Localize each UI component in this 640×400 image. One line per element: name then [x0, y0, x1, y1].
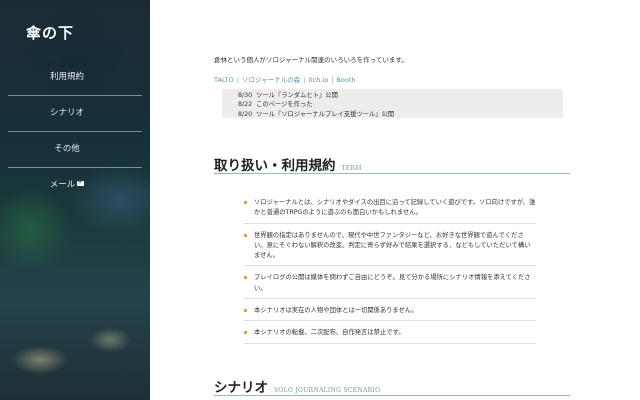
bullet-icon [244, 276, 247, 280]
terms-item-text: 世界観の指定はありませんので、現代や中世ファンタジーなど、お好きな世界観で遊んで… [254, 231, 531, 260]
scenario-subtitle: SOLO JOURNALING SCENARIO [274, 387, 381, 394]
nav-item-label: その他 [54, 144, 80, 154]
nav-item-scenario[interactable]: シナリオ [8, 96, 142, 132]
news-text: このページを作った [256, 101, 313, 109]
news-item: 8/20 ツール『ソロジャーナルプレイ支援ツール』公開 [238, 110, 563, 118]
bullet-icon [244, 309, 247, 313]
external-links: TALTO | ソロジャーナルの森 | itch.io | Booth [214, 74, 356, 84]
nav-item-label: シナリオ [49, 108, 84, 118]
link-separator: | [331, 76, 334, 84]
mail-icon [77, 181, 85, 186]
link-talto[interactable]: TALTO [214, 76, 234, 84]
news-item: 8/22 このページを作った [238, 100, 563, 109]
news-text: ツール『ランダムヒト』公開 [256, 92, 338, 99]
site-title[interactable]: 傘の下 [0, 22, 150, 43]
terms-list: ソロジャーナルとは、シナリオやダイスの出目に沿って記録していく遊びです。ソロ向け… [244, 196, 536, 349]
nav-item-terms[interactable]: 利用規約 [8, 60, 142, 96]
intro-text: 倉林という個人がソロジャーナル関連のいろいろを作っています。 [214, 56, 408, 64]
terms-item: 世界観の指定はありませんので、現代や中世ファンタジーなど、お好きな世界観で遊んで… [244, 229, 536, 267]
link-separator: | [236, 76, 239, 84]
terms-title: 取り扱い・利用規約 [214, 158, 336, 174]
terms-item: プレイログの公開は媒体を問わずご自由にどうぞ。見て分かる場所にシナリオ情報を添え… [244, 271, 536, 300]
terms-item-text: 本シナリオは実在の人物や団体とは一切関係ありません。 [254, 307, 418, 315]
news-date: 8/20 [238, 110, 253, 118]
scenario-title: シナリオ [214, 380, 268, 396]
scenario-section-heading: シナリオ SOLO JOURNALING SCENARIO [214, 376, 570, 396]
nav-item-mail[interactable]: メール [8, 168, 142, 204]
terms-section-heading: 取り扱い・利用規約 TERM [214, 154, 570, 174]
bullet-icon [244, 233, 247, 237]
link-solo-journal-forest[interactable]: ソロジャーナルの森 [242, 76, 300, 84]
sidebar-nav: 利用規約 シナリオ その他 メール [8, 60, 142, 204]
nav-item-label: メール [49, 180, 76, 190]
terms-item: ソロジャーナルとは、シナリオやダイスの出目に沿って記録していく遊びです。ソロ向け… [244, 196, 536, 224]
news-text: ツール『ソロジャーナルプレイ支援ツール』公開 [256, 110, 395, 118]
news-box: 8/30 ツール『ランダムヒト』公開 8/22 このページを作った 8/20 ツ… [222, 89, 563, 118]
bullet-icon [244, 331, 247, 335]
terms-item-text: 本シナリオの転載、二次配布、自作発言は禁止です。 [254, 329, 405, 337]
nav-item-other[interactable]: その他 [8, 132, 142, 168]
bullet-icon [244, 201, 247, 204]
terms-item-text: ソロジャーナルとは、シナリオやダイスの出目に沿って記録していく遊びです。ソロ向け… [254, 199, 536, 217]
news-date: 8/30 [238, 92, 253, 99]
link-booth[interactable]: Booth [336, 76, 355, 84]
terms-item: 本シナリオは実在の人物や団体とは一切関係ありません。 [244, 304, 536, 322]
terms-item-text: プレイログの公開は媒体を問わずご自由にどうぞ。見て分かる場所にシナリオ情報を添え… [254, 274, 531, 292]
news-date: 8/22 [238, 101, 253, 109]
sidebar: 傘の下 利用規約 シナリオ その他 メール [0, 0, 150, 400]
link-separator: | [303, 76, 306, 84]
link-itchio[interactable]: itch.io [308, 76, 328, 84]
nav-item-label: 利用規約 [49, 72, 84, 82]
terms-subtitle: TERM [341, 165, 362, 172]
news-item: 8/30 ツール『ランダムヒト』公開 [238, 91, 563, 100]
terms-item: 本シナリオの転載、二次配布、自作発言は禁止です。 [244, 326, 536, 344]
